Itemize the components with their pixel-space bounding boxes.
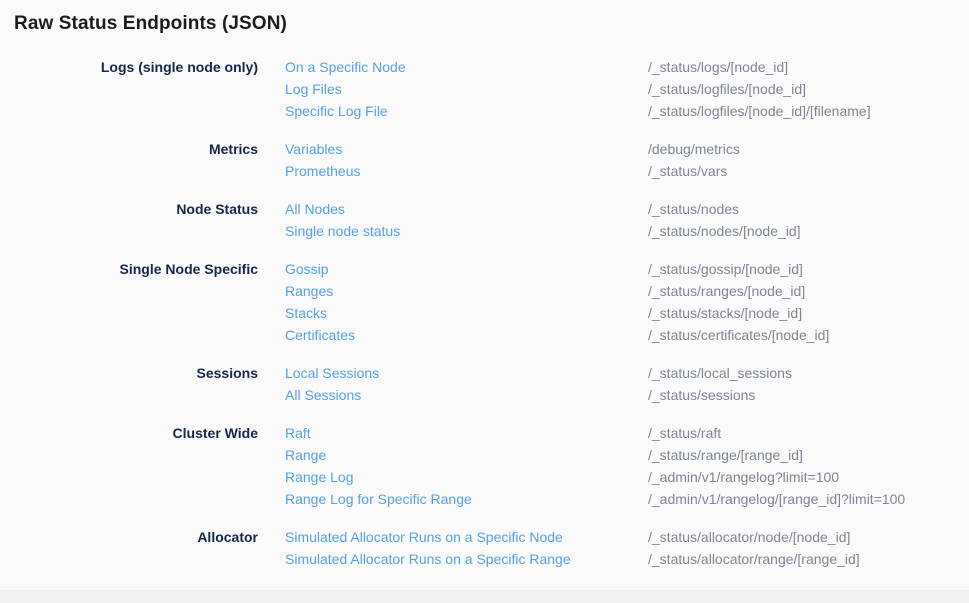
endpoint-link[interactable]: Certificates [285,324,355,346]
endpoint-path: /_status/raft [648,422,969,444]
endpoint-section: Node Status All NodesSingle node status /_… [0,198,969,242]
endpoint-path: /_status/gossip/[node_id] [648,258,969,280]
endpoint-path: /_status/sessions [648,384,969,406]
footer-strip [0,590,969,603]
endpoint-section: Allocator Simulated Allocator Runs on a S… [0,526,969,570]
endpoint-link[interactable]: Range Log for Specific Range [285,488,472,510]
page-title: Raw Status Endpoints (JSON) [0,0,969,35]
endpoint-link[interactable]: Range [285,444,326,466]
endpoint-link[interactable]: All Sessions [285,384,361,406]
endpoint-link[interactable]: Ranges [285,280,333,302]
endpoint-links-column: RaftRangeRange LogRange Log for Specific… [285,422,621,510]
category-label: Single Node Specific [0,258,258,346]
endpoint-path: /_admin/v1/rangelog?limit=100 [648,466,969,488]
endpoint-link[interactable]: On a Specific Node [285,56,406,78]
endpoint-path: /_status/logfiles/[node_id]/[filename] [648,100,969,122]
endpoint-link[interactable]: Specific Log File [285,100,388,122]
endpoint-path: /_status/allocator/range/[range_id] [648,548,969,570]
endpoint-link[interactable]: Prometheus [285,160,360,182]
endpoint-link[interactable]: Simulated Allocator Runs on a Specific R… [285,548,571,570]
endpoint-path: /_status/nodes/[node_id] [648,220,969,242]
endpoint-path: /_status/nodes [648,198,969,220]
endpoint-link[interactable]: All Nodes [285,198,345,220]
endpoint-section: Logs (single node only) On a Specific Nod… [0,56,969,122]
endpoint-path: /_status/ranges/[node_id] [648,280,969,302]
endpoint-links-column: On a Specific NodeLog FilesSpecific Log … [285,56,621,122]
endpoint-paths-column: /_status/gossip/[node_id]/_status/ranges… [648,258,969,346]
endpoint-path: /_status/vars [648,160,969,182]
endpoint-link[interactable]: Range Log [285,466,354,488]
endpoint-section: Sessions Local SessionsAll Sessions /_stat… [0,362,969,406]
endpoint-link[interactable]: Gossip [285,258,329,280]
endpoint-links-column: GossipRangesStacksCertificates [285,258,621,346]
category-label: Sessions [0,362,258,406]
category-label: Allocator [0,526,258,570]
endpoint-path: /_status/stacks/[node_id] [648,302,969,324]
endpoint-paths-column: /_status/nodes/_status/nodes/[node_id] [648,198,969,242]
endpoint-link[interactable]: Stacks [285,302,327,324]
endpoint-path: /_admin/v1/rangelog/[range_id]?limit=100 [648,488,969,510]
endpoint-links-column: All NodesSingle node status [285,198,621,242]
category-label: Metrics [0,138,258,182]
endpoint-link[interactable]: Single node status [285,220,400,242]
category-label: Cluster Wide [0,422,258,510]
endpoint-paths-column: /_status/local_sessions/_status/sessions [648,362,969,406]
endpoint-link[interactable]: Log Files [285,78,342,100]
endpoint-link[interactable]: Raft [285,422,311,444]
endpoint-link[interactable]: Simulated Allocator Runs on a Specific N… [285,526,563,548]
endpoint-link[interactable]: Variables [285,138,342,160]
category-label: Node Status [0,198,258,242]
endpoint-path: /_status/logfiles/[node_id] [648,78,969,100]
endpoint-path: /_status/allocator/node/[node_id] [648,526,969,548]
endpoint-path: /_status/logs/[node_id] [648,56,969,78]
endpoint-path: /_status/range/[range_id] [648,444,969,466]
endpoint-path: /_status/local_sessions [648,362,969,384]
endpoint-paths-column: /_status/allocator/node/[node_id]/_statu… [648,526,969,570]
endpoint-links-column: Local SessionsAll Sessions [285,362,621,406]
endpoint-paths-column: /_status/raft/_status/range/[range_id]/_… [648,422,969,510]
endpoint-link[interactable]: Local Sessions [285,362,379,384]
endpoint-path: /debug/metrics [648,138,969,160]
endpoint-section: Single Node Specific GossipRangesStacksCe… [0,258,969,346]
endpoint-links-column: VariablesPrometheus [285,138,621,182]
endpoint-path: /_status/certificates/[node_id] [648,324,969,346]
category-label: Logs (single node only) [0,56,258,122]
endpoints-list: Logs (single node only) On a Specific Nod… [0,56,969,570]
endpoint-section: Metrics VariablesPrometheus/debug/metrics… [0,138,969,182]
endpoint-section: Cluster Wide RaftRangeRange LogRange Log … [0,422,969,510]
endpoint-paths-column: /_status/logs/[node_id]/_status/logfiles… [648,56,969,122]
endpoint-paths-column: /debug/metrics/_status/vars [648,138,969,182]
endpoint-links-column: Simulated Allocator Runs on a Specific N… [285,526,621,570]
